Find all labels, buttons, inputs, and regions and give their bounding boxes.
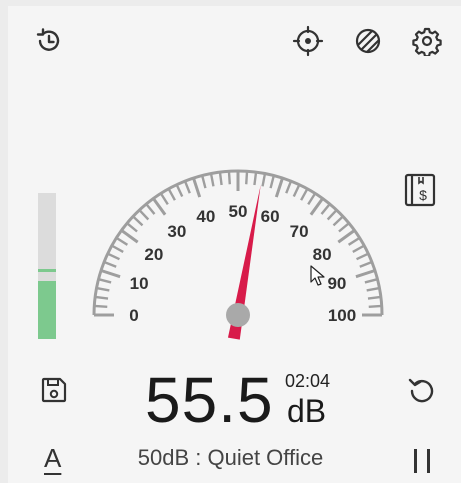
gauge-major-tick	[100, 269, 121, 279]
gauge-minor-tick	[359, 260, 373, 268]
crosshair-icon	[292, 25, 324, 57]
calibrate-button[interactable]: $	[402, 172, 438, 208]
gauge-minor-tick	[107, 252, 120, 261]
gauge-major-tick	[274, 177, 284, 198]
gauge-minor-tick	[347, 236, 361, 246]
gauge-minor-tick	[138, 209, 150, 221]
gauge-minor-tick	[201, 175, 207, 189]
gauge-minor-tick	[115, 236, 129, 246]
gauge-minor-tick	[209, 173, 215, 187]
current-db-value: 55.5	[145, 364, 274, 436]
gauge-minor-tick	[253, 171, 258, 186]
gauge-minor-tick	[368, 304, 382, 308]
floppy-disk-icon	[41, 377, 67, 403]
gauge-minor-tick	[227, 171, 231, 185]
gauge-minor-tick	[338, 222, 350, 233]
pause-icon	[414, 449, 430, 473]
gauge-minor-tick	[96, 286, 110, 292]
gauge-minor-tick	[300, 188, 309, 201]
gauge-tick-label: 0	[129, 306, 138, 325]
settings-button[interactable]	[409, 23, 445, 59]
gauge-minor-tick	[159, 192, 169, 206]
gauge-minor-tick	[94, 304, 108, 308]
gauge-minor-tick	[367, 295, 382, 300]
gauge-minor-tick	[356, 252, 369, 261]
gauge-minor-tick	[167, 188, 176, 201]
gauge-minor-tick	[98, 278, 112, 284]
gauge-minor-tick	[332, 215, 344, 227]
gauge-minor-tick	[94, 295, 109, 300]
gauge-minor-tick	[218, 171, 223, 186]
gauge-minor-tick	[183, 180, 191, 194]
location-button[interactable]	[290, 23, 326, 59]
svg-text:$: $	[419, 187, 427, 203]
theme-button[interactable]	[350, 23, 386, 59]
gauge-minor-tick	[103, 260, 117, 268]
gauge-minor-tick	[307, 192, 317, 206]
history-button[interactable]	[31, 23, 67, 59]
gauge-tick-label: 80	[313, 245, 332, 264]
gauge-minor-tick	[292, 184, 301, 197]
reset-button[interactable]	[404, 372, 440, 408]
gauge-minor-tick	[245, 171, 249, 185]
level-meter	[38, 193, 56, 339]
db-unit-label: dB	[287, 393, 327, 429]
elapsed-time: 02:04	[285, 371, 331, 391]
gauge-minor-tick	[320, 203, 331, 215]
gauge-minor-tick	[126, 222, 138, 233]
gauge-minor-tick	[285, 180, 293, 194]
gauge-minor-tick	[261, 173, 267, 187]
top-edge	[0, 0, 461, 6]
gauge-major-tick	[192, 177, 202, 198]
gauge-tick-label: 50	[229, 202, 248, 221]
gauge-minor-tick	[145, 203, 156, 215]
gear-icon	[412, 27, 442, 56]
mouse-cursor-icon	[310, 265, 325, 286]
gauge-tick-label: 40	[196, 207, 215, 226]
gauge-minor-tick	[132, 215, 144, 227]
gauge-tick-label: 60	[261, 207, 280, 226]
gauge-minor-tick	[326, 209, 338, 221]
gauge-needle-hub	[226, 303, 250, 327]
level-meter-fill	[38, 280, 56, 339]
sound-gauge: 010203040 50 60708090100	[92, 169, 384, 340]
gauge-tick-label: 20	[144, 245, 163, 264]
left-edge	[0, 0, 8, 483]
gauge-tick-label: 100	[328, 306, 356, 325]
clock-rewind-icon	[36, 28, 60, 51]
pause-button[interactable]	[404, 443, 440, 479]
save-button[interactable]	[36, 372, 72, 408]
striped-circle-icon	[355, 28, 381, 54]
gauge-major-tick	[309, 197, 324, 216]
level-meter-peak	[38, 268, 56, 272]
dollar-book-icon: $	[404, 173, 436, 207]
gauge-tick-label: 90	[327, 274, 346, 293]
gauge-minor-tick	[111, 244, 124, 253]
gauge-major-tick	[120, 229, 139, 244]
gauge-major-tick	[337, 229, 356, 244]
noise-level-description: 50dB : Quiet Office	[137, 445, 324, 470]
gauge-tick-label: 30	[167, 222, 186, 241]
gauge-tick-label: 10	[130, 274, 149, 293]
reset-arrow-icon	[408, 378, 434, 403]
gauge-major-tick	[152, 197, 167, 216]
gauge-minor-tick	[269, 175, 275, 189]
gauge-tick-label: 70	[290, 222, 309, 241]
sound-meter-screen: $ 0 10 20 30 40 50 60 70 80 90 100 55.5 02:04 dB	[0, 0, 461, 483]
gauge-major-tick	[355, 269, 376, 279]
gauge-minor-tick	[175, 184, 184, 197]
gauge-minor-tick	[352, 244, 365, 253]
gauge-minor-tick	[366, 286, 380, 292]
gauge-minor-tick	[364, 278, 378, 284]
